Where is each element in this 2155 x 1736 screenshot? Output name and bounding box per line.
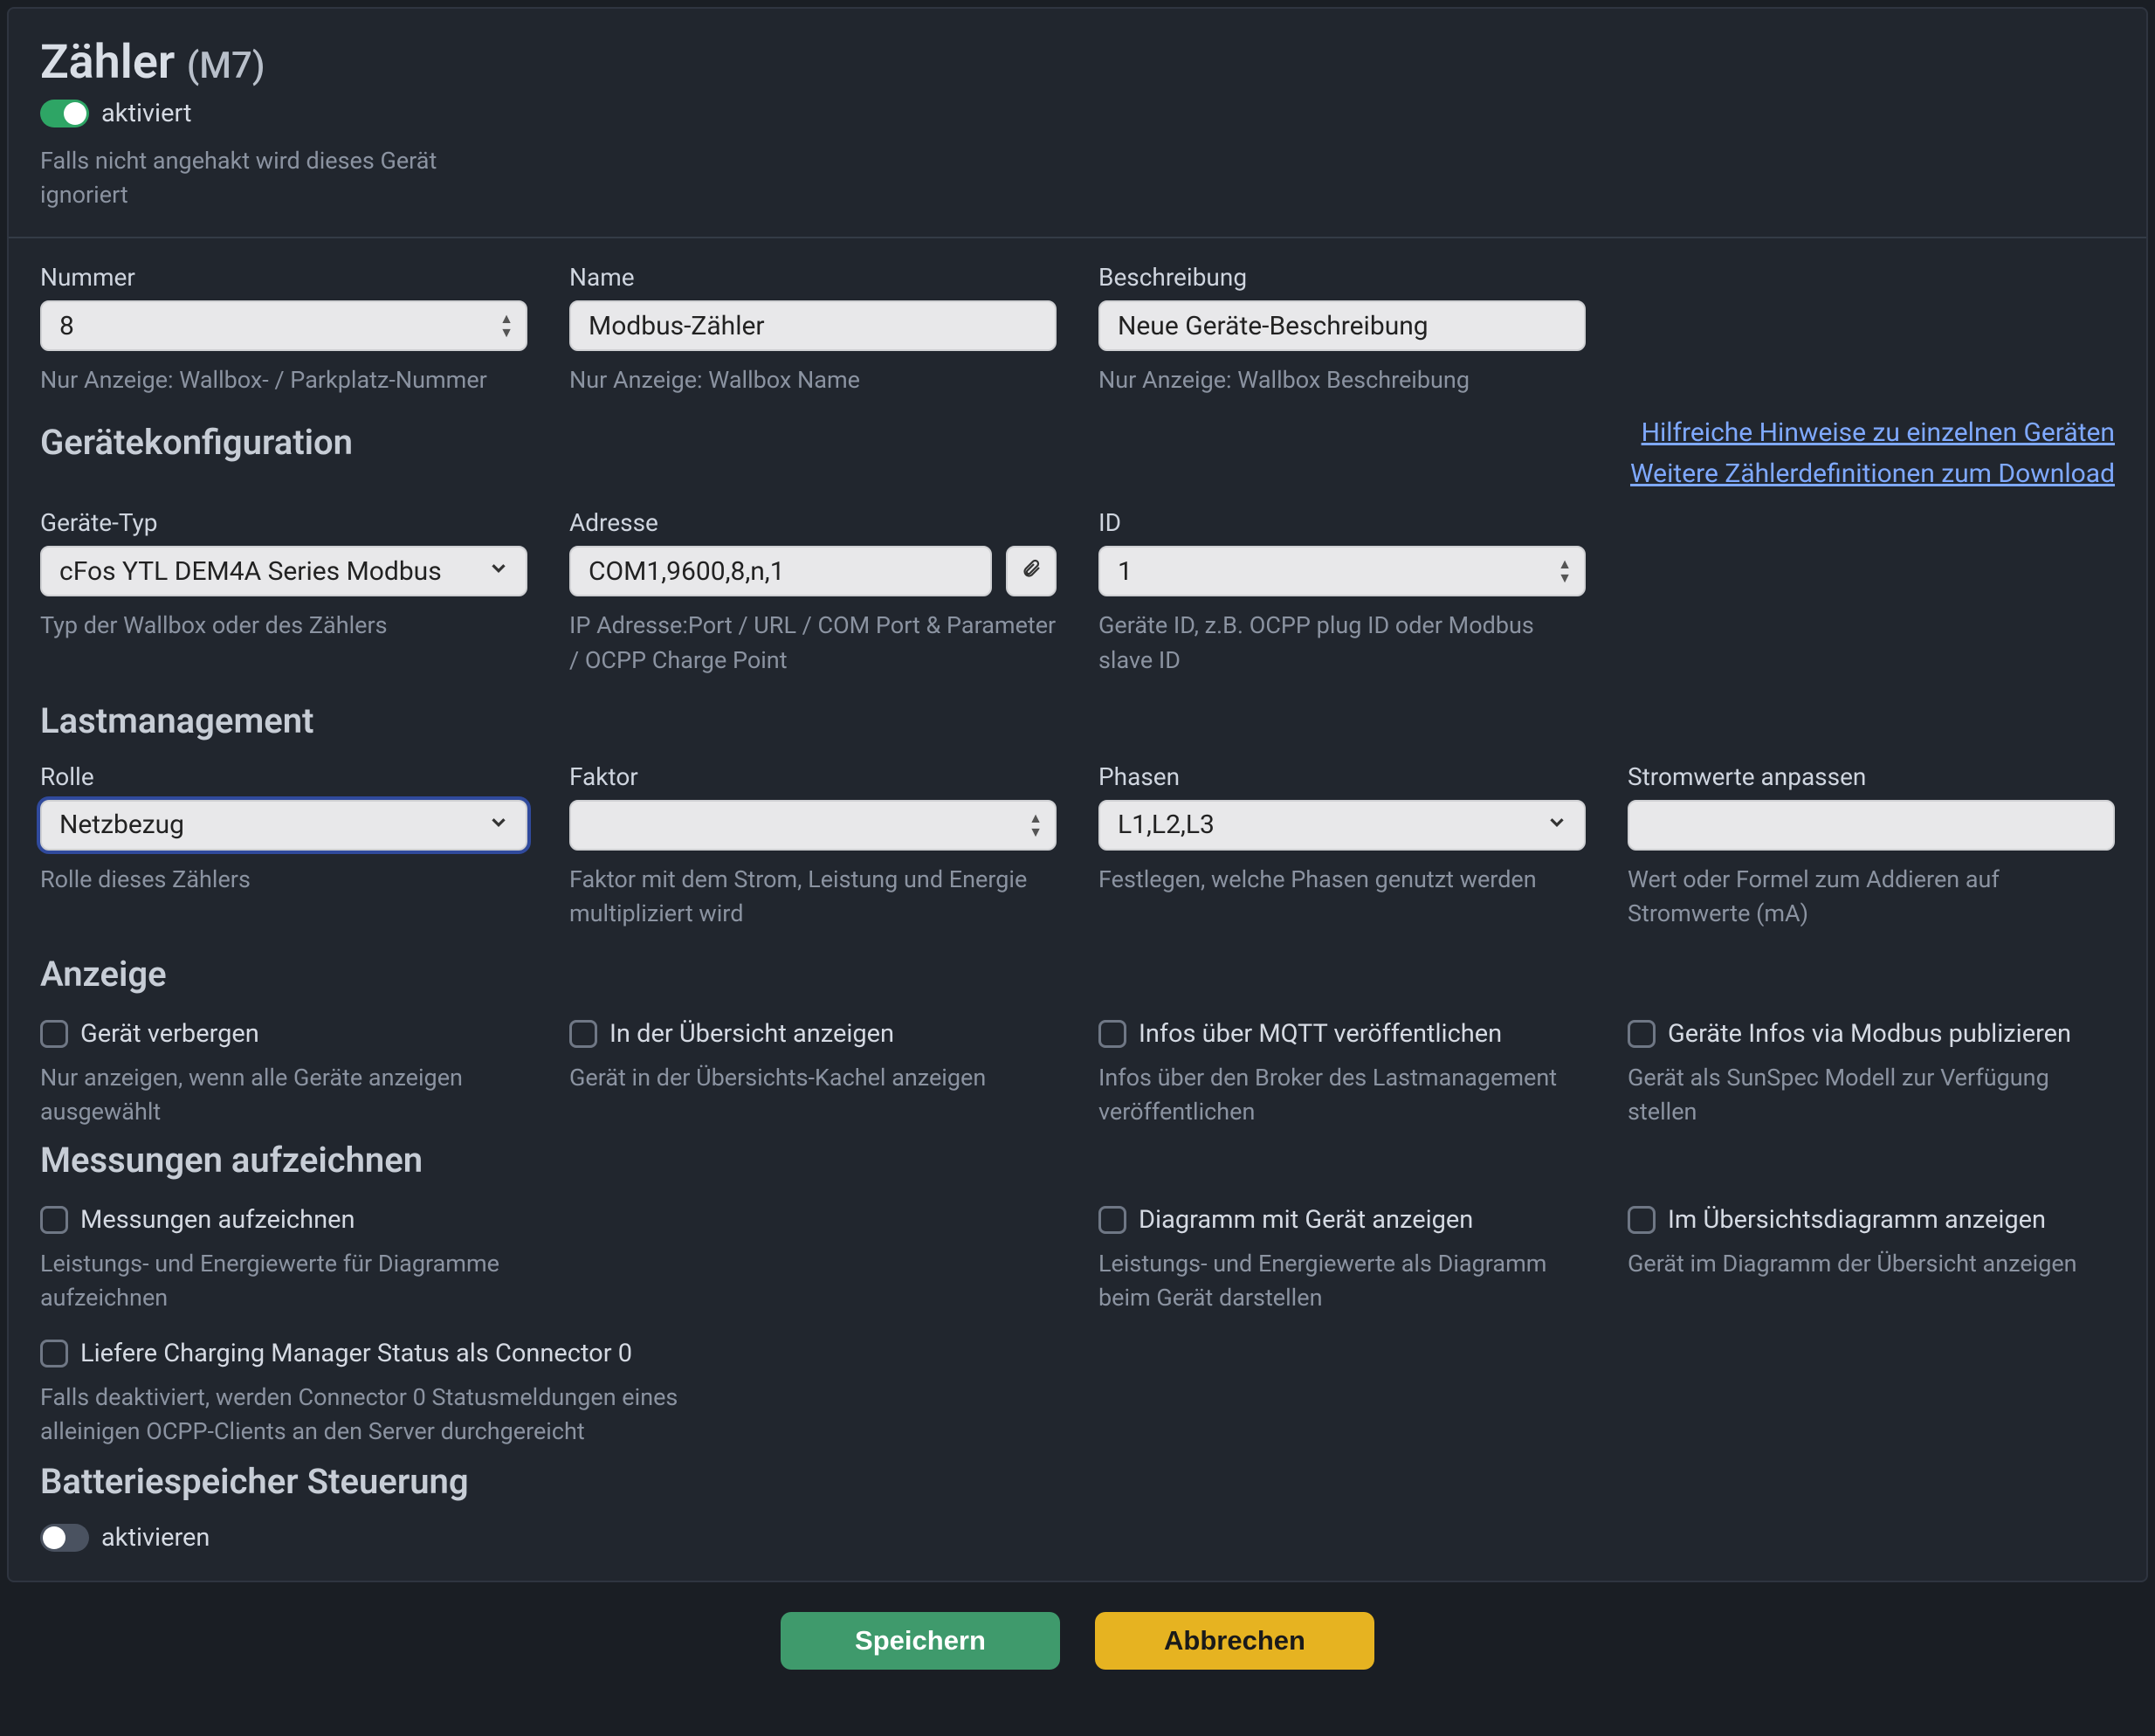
adjust-label: Stromwerte anpassen xyxy=(1628,762,2115,791)
show-overview-hint: Gerät in der Übersichts-Kachel anzeigen xyxy=(569,1061,1057,1095)
stepper-icon: ▲▼ xyxy=(1558,557,1572,585)
show-overview-checkbox[interactable] xyxy=(569,1020,597,1048)
device-type-select[interactable]: cFos YTL DEM4A Series Modbus xyxy=(40,546,527,596)
battery-enable-label: aktivieren xyxy=(101,1523,210,1553)
name-input[interactable] xyxy=(569,300,1057,351)
help-link-devices[interactable]: Hilfreiche Hinweise zu einzelnen Geräten xyxy=(1642,417,2115,448)
publish-mqtt-checkbox[interactable] xyxy=(1098,1020,1126,1048)
attach-button[interactable] xyxy=(1006,546,1057,596)
connector0-status-checkbox[interactable] xyxy=(40,1340,68,1367)
show-overview-diagram-label: Im Übersichtsdiagramm anzeigen xyxy=(1668,1205,2046,1235)
id-hint: Geräte ID, z.B. OCPP plug ID oder Modbus… xyxy=(1098,609,1586,677)
publish-mqtt-hint: Infos über den Broker des Lastmanagement… xyxy=(1098,1061,1586,1129)
page-title: Zähler (M7) xyxy=(40,35,265,90)
desc-input-el[interactable] xyxy=(1118,302,1566,349)
phases-select[interactable]: L1,L2,L3 xyxy=(1098,800,1586,851)
number-hint: Nur Anzeige: Wallbox- / Parkplatz-Nummer xyxy=(40,363,527,397)
battery-section-title: Batteriespeicher Steuerung xyxy=(40,1461,2115,1502)
phases-label: Phasen xyxy=(1098,762,1586,791)
address-label: Adresse xyxy=(569,508,1057,537)
display-section-title: Anzeige xyxy=(40,954,2115,995)
chevron-down-icon xyxy=(487,556,510,587)
factor-label: Faktor xyxy=(569,762,1057,791)
title-subid: (M7) xyxy=(187,45,265,87)
number-label: Nummer xyxy=(40,263,527,292)
name-input-el[interactable] xyxy=(589,302,1037,349)
record-measurements-checkbox[interactable] xyxy=(40,1206,68,1234)
device-type-label: Geräte-Typ xyxy=(40,508,527,537)
hide-device-checkbox[interactable] xyxy=(40,1020,68,1048)
adjust-input-el[interactable] xyxy=(1647,802,2096,849)
record-section-title: Messungen aufzeichnen xyxy=(40,1140,2115,1181)
show-overview-diagram-hint: Gerät im Diagramm der Übersicht anzeigen xyxy=(1628,1247,2115,1281)
publish-modbus-label: Geräte Infos via Modbus publizieren xyxy=(1668,1019,2071,1049)
show-overview-label: In der Übersicht anzeigen xyxy=(609,1019,894,1049)
config-section-title: Gerätekonfiguration xyxy=(40,422,353,463)
paperclip-icon xyxy=(1021,558,1042,585)
role-value: Netzbezug xyxy=(59,809,184,840)
show-overview-diagram-checkbox[interactable] xyxy=(1628,1206,1656,1234)
name-hint: Nur Anzeige: Wallbox Name xyxy=(569,363,1057,397)
stepper-icon: ▲▼ xyxy=(499,312,513,340)
show-diagram-device-checkbox[interactable] xyxy=(1098,1206,1126,1234)
battery-enable-toggle[interactable] xyxy=(40,1524,89,1552)
cancel-button[interactable]: Abbrechen xyxy=(1095,1612,1374,1670)
title-text: Zähler xyxy=(40,35,175,90)
load-section-title: Lastmanagement xyxy=(40,700,2115,741)
stepper-icon: ▲▼ xyxy=(1029,811,1043,839)
publish-mqtt-label: Infos über MQTT veröffentlichen xyxy=(1139,1019,1502,1049)
chevron-down-icon xyxy=(1546,809,1568,840)
role-select[interactable]: Netzbezug xyxy=(40,800,527,851)
desc-input[interactable] xyxy=(1098,300,1586,351)
number-input-el[interactable] xyxy=(59,302,508,349)
address-input[interactable] xyxy=(569,546,992,596)
enabled-hint: Falls nicht angehakt wird dieses Gerät i… xyxy=(40,144,451,212)
factor-input-el[interactable] xyxy=(589,802,1037,849)
id-input[interactable]: ▲▼ xyxy=(1098,546,1586,596)
help-link-meter-definitions[interactable]: Weitere Zählerdefinitionen zum Download xyxy=(1630,458,2115,489)
connector0-status-label: Liefere Charging Manager Status als Conn… xyxy=(80,1339,632,1368)
address-input-el[interactable] xyxy=(589,548,973,595)
record-measurements-hint: Leistungs- und Energiewerte für Diagramm… xyxy=(40,1247,527,1315)
desc-hint: Nur Anzeige: Wallbox Beschreibung xyxy=(1098,363,1586,397)
role-label: Rolle xyxy=(40,762,527,791)
number-input[interactable]: ▲▼ xyxy=(40,300,527,351)
chevron-down-icon xyxy=(487,809,510,840)
enabled-toggle[interactable] xyxy=(40,100,89,127)
device-type-value: cFos YTL DEM4A Series Modbus xyxy=(59,556,442,587)
hide-device-hint: Nur anzeigen, wenn alle Geräte anzeigen … xyxy=(40,1061,527,1129)
footer-actions: Speichern Abbrechen xyxy=(0,1589,2155,1699)
connector0-status-hint: Falls deaktiviert, werden Connector 0 St… xyxy=(40,1381,704,1449)
adjust-input[interactable] xyxy=(1628,800,2115,851)
address-hint: IP Adresse:Port / URL / COM Port & Param… xyxy=(569,609,1057,677)
show-diagram-device-hint: Leistungs- und Energiewerte als Diagramm… xyxy=(1098,1247,1586,1315)
record-measurements-label: Messungen aufzeichnen xyxy=(80,1205,355,1235)
save-button[interactable]: Speichern xyxy=(781,1612,1060,1670)
id-input-el[interactable] xyxy=(1118,548,1566,595)
id-label: ID xyxy=(1098,508,1586,537)
divider xyxy=(9,237,2146,238)
adjust-hint: Wert oder Formel zum Addieren auf Stromw… xyxy=(1628,863,2115,931)
show-diagram-device-label: Diagramm mit Gerät anzeigen xyxy=(1139,1205,1473,1235)
phases-value: L1,L2,L3 xyxy=(1118,809,1215,840)
hide-device-label: Gerät verbergen xyxy=(80,1019,259,1049)
publish-modbus-checkbox[interactable] xyxy=(1628,1020,1656,1048)
enabled-label: aktiviert xyxy=(101,99,192,128)
desc-label: Beschreibung xyxy=(1098,263,1586,292)
publish-modbus-hint: Gerät als SunSpec Modell zur Verfügung s… xyxy=(1628,1061,2115,1129)
phases-hint: Festlegen, welche Phasen genutzt werden xyxy=(1098,863,1586,897)
device-type-hint: Typ der Wallbox oder des Zählers xyxy=(40,609,527,643)
role-hint: Rolle dieses Zählers xyxy=(40,863,527,897)
factor-input[interactable]: ▲▼ xyxy=(569,800,1057,851)
device-settings-panel: Zähler (M7) aktiviert Falls nicht angeha… xyxy=(7,7,2148,1582)
factor-hint: Faktor mit dem Strom, Leistung und Energ… xyxy=(569,863,1057,931)
name-label: Name xyxy=(569,263,1057,292)
